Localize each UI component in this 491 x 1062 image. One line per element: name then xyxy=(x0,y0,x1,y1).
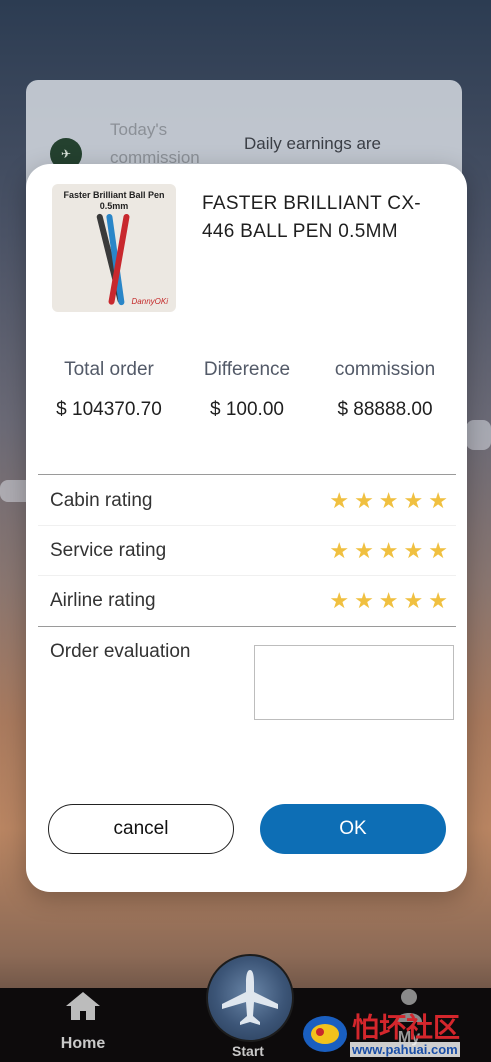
star-rating[interactable]: ★ ★ ★ ★ ★ xyxy=(329,539,448,562)
stat-total-order: Total order $ 104370.70 xyxy=(40,359,178,421)
order-dialog: Faster Brilliant Ball Pen 0.5mm DannyOKi… xyxy=(26,164,467,892)
star-icon[interactable]: ★ xyxy=(428,539,448,562)
product-title: FASTER BRILLIANT CX-446 BALL PEN 0.5MM xyxy=(202,193,421,242)
order-stats: Total order $ 104370.70 Difference $ 100… xyxy=(40,359,454,421)
product-image-caption: Faster Brilliant Ball Pen 0.5mm xyxy=(63,190,165,211)
nav-home-label: Home xyxy=(60,1035,106,1052)
rating-label: Service rating xyxy=(50,539,167,561)
watermark: 怕坏社区 www.pahuai.com xyxy=(300,1006,486,1060)
star-icon[interactable]: ★ xyxy=(404,489,424,512)
star-icon[interactable]: ★ xyxy=(354,489,374,512)
rating-label: Airline rating xyxy=(50,590,156,611)
stat-commission: commission $ 88888.00 xyxy=(316,359,454,421)
star-icon[interactable]: ★ xyxy=(404,590,424,612)
rating-row-cabin: Cabin rating ★ ★ ★ ★ ★ xyxy=(38,476,456,526)
airplane-icon xyxy=(222,970,278,1025)
star-icon[interactable]: ★ xyxy=(428,489,448,512)
cancel-button[interactable]: cancel xyxy=(48,804,234,854)
background-plane-right xyxy=(466,420,491,450)
nav-home[interactable]: Home xyxy=(50,990,116,1053)
star-rating[interactable]: ★ ★ ★ ★ ★ xyxy=(329,590,448,612)
star-icon[interactable]: ★ xyxy=(329,539,349,562)
evaluation-input[interactable] xyxy=(254,645,454,720)
start-button[interactable] xyxy=(206,954,294,1042)
star-rating[interactable]: ★ ★ ★ ★ ★ xyxy=(329,489,448,512)
ok-button[interactable]: OK xyxy=(260,804,446,854)
rating-label: Cabin rating xyxy=(50,489,153,511)
star-icon[interactable]: ★ xyxy=(354,539,374,562)
rating-row-service: Service rating ★ ★ ★ ★ ★ xyxy=(38,526,456,576)
watermark-url: www.pahuai.com xyxy=(350,1042,460,1057)
stat-difference: Difference $ 100.00 xyxy=(178,359,316,421)
stat-value: $ 104370.70 xyxy=(56,399,162,420)
product-image: Faster Brilliant Ball Pen 0.5mm DannyOKi xyxy=(52,184,176,312)
stat-label: Total order xyxy=(64,359,154,380)
watermark-title: 怕坏社区 xyxy=(352,1013,460,1044)
star-icon[interactable]: ★ xyxy=(329,590,349,612)
star-icon[interactable]: ★ xyxy=(379,590,399,612)
star-icon[interactable]: ★ xyxy=(404,539,424,562)
star-icon[interactable]: ★ xyxy=(379,539,399,562)
divider-bottom xyxy=(38,626,456,627)
stat-value: $ 100.00 xyxy=(210,399,284,420)
rating-row-airline: Airline rating ★ ★ ★ ★ ★ xyxy=(38,576,456,626)
stat-value: $ 88888.00 xyxy=(337,399,433,420)
star-icon[interactable]: ★ xyxy=(354,590,374,612)
product-image-signature: DannyOKi xyxy=(131,297,168,306)
evaluation-label: Order evaluation xyxy=(50,641,191,662)
stat-label: Difference xyxy=(203,359,291,380)
star-icon[interactable]: ★ xyxy=(379,489,399,512)
divider-top xyxy=(38,474,456,475)
nav-start-label: Start xyxy=(232,1043,264,1059)
star-icon[interactable]: ★ xyxy=(428,590,448,612)
watermark-logo-icon xyxy=(303,1016,347,1052)
stat-label: commission xyxy=(334,359,436,380)
home-icon xyxy=(66,992,100,1020)
star-icon[interactable]: ★ xyxy=(329,489,349,512)
